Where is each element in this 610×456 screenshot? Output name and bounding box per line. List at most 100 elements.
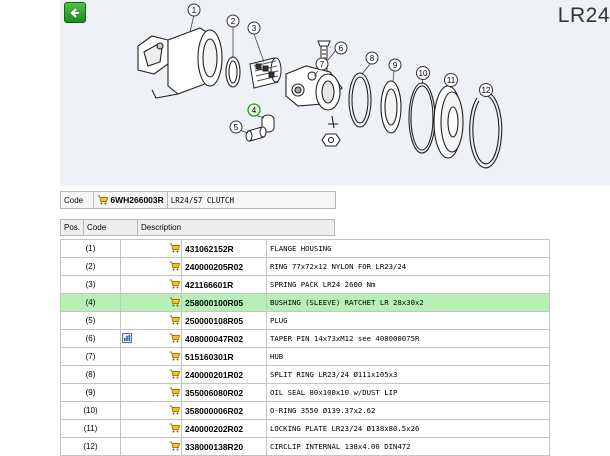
callout-1: 1 <box>187 3 201 17</box>
add-to-cart-button[interactable] <box>169 423 180 433</box>
row-description: OIL SEAL 80x100x10 w/DUST LIP <box>266 383 550 402</box>
row-part-code[interactable]: 421166601R <box>181 275 267 294</box>
parts-column-headers: Pos. Code Description <box>59 219 336 236</box>
callout-6: 6 <box>334 41 348 55</box>
row-part-code[interactable]: 355006080R02 <box>181 383 267 402</box>
table-row[interactable]: (4) 258000100R05 BUSHING (SLEEVE) RATCHET … <box>60 293 550 312</box>
part-8-split-ring <box>348 72 372 128</box>
part-1-flange-housing <box>137 27 223 99</box>
part-2-ring <box>225 56 241 88</box>
add-to-cart-button[interactable] <box>169 261 180 271</box>
cart-icon[interactable] <box>169 297 180 307</box>
back-arrow-icon <box>70 7 79 18</box>
cart-icon[interactable] <box>169 279 180 289</box>
row-part-code[interactable]: 515160301R <box>181 347 267 366</box>
assembly-code-cell[interactable]: 6WH266003R <box>93 191 168 209</box>
parts-table: (1) 431062152R FLANGE HOUSING (2) 240000205R… <box>60 239 550 456</box>
add-to-cart-button[interactable] <box>169 243 180 253</box>
cart-icon[interactable] <box>169 243 180 253</box>
add-to-cart-button[interactable] <box>169 315 180 325</box>
table-row[interactable]: (5) 250000108R05 PLUG <box>60 311 550 330</box>
cart-icon[interactable] <box>169 405 180 415</box>
callout-5: 5 <box>229 120 243 134</box>
cart-icon[interactable] <box>169 261 180 271</box>
svg-text:5: 5 <box>234 123 239 132</box>
cart-icon[interactable] <box>169 351 180 361</box>
column-description[interactable]: Description <box>137 219 336 236</box>
callout-4-highlighted: 4 <box>247 103 261 117</box>
table-row[interactable]: (9) 355006080R02 OIL SEAL 80x100x10 w/DUST… <box>60 383 550 402</box>
row-actions <box>120 401 182 420</box>
cart-icon[interactable] <box>169 387 180 397</box>
row-position: (3) <box>60 275 121 294</box>
row-position: (12) <box>60 437 121 456</box>
part-12-circlip <box>469 91 503 169</box>
cart-icon[interactable] <box>97 195 108 205</box>
table-row[interactable]: (1) 431062152R FLANGE HOUSING <box>60 239 550 258</box>
svg-text:10: 10 <box>419 69 428 78</box>
row-description: RING 77x72x12 NYLON FOR LR23/24 <box>266 257 550 276</box>
row-part-code[interactable]: 431062152R <box>181 239 267 258</box>
table-row[interactable]: (11) 240000202R02 LOCKING PLATE LR23/24 Ø1… <box>60 419 550 438</box>
add-to-cart-button[interactable] <box>169 297 180 307</box>
callout-8: 8 <box>365 51 379 65</box>
row-position: (8) <box>60 365 121 384</box>
row-position: (6) <box>60 329 121 348</box>
row-part-code[interactable]: 240000202R02 <box>181 419 267 438</box>
cart-icon[interactable] <box>169 423 180 433</box>
callout-9: 9 <box>388 58 402 72</box>
svg-text:1: 1 <box>192 6 197 15</box>
row-actions <box>120 257 182 276</box>
row-description: O-RING 3550 Ø139.37x2.62 <box>266 401 550 420</box>
info-icon[interactable] <box>122 333 132 343</box>
row-part-code[interactable]: 240000205R02 <box>181 257 267 276</box>
table-row[interactable]: (3) 421166601R SPRING PACK LR24 2600 Nm <box>60 275 550 294</box>
column-code[interactable]: Code <box>83 219 139 236</box>
add-to-cart-button[interactable] <box>169 369 180 379</box>
column-pos[interactable]: Pos. <box>59 219 85 236</box>
assembly-code-table: Code 6WH266003R LR24/S7 CLUTCH <box>60 191 336 209</box>
row-actions <box>120 365 182 384</box>
callout-7: 7 <box>315 57 329 71</box>
cart-icon[interactable] <box>169 369 180 379</box>
table-row[interactable]: (8) 240000201R02 SPLIT RING LR23/24 Ø111x1… <box>60 365 550 384</box>
table-row[interactable]: (2) 240000205R02 RING 77x72x12 NYLON FOR L… <box>60 257 550 276</box>
svg-text:7: 7 <box>320 60 325 69</box>
table-row[interactable]: (7) 515160301R HUB <box>60 347 550 366</box>
row-actions <box>120 383 182 402</box>
row-position: (10) <box>60 401 121 420</box>
cart-icon[interactable] <box>169 333 180 343</box>
svg-text:4: 4 <box>252 106 257 115</box>
back-button[interactable] <box>64 2 86 23</box>
row-part-code[interactable]: 338000138R20 <box>181 437 267 456</box>
callout-2: 2 <box>226 14 240 28</box>
callout-12: 12 <box>479 83 493 97</box>
row-actions <box>120 419 182 438</box>
row-position: (11) <box>60 419 121 438</box>
add-to-cart-button[interactable] <box>169 279 180 289</box>
add-to-cart-button[interactable] <box>169 333 180 343</box>
table-row[interactable]: (12) 338000138R20 CIRCLIP INTERNAL 138x4.0… <box>60 437 550 456</box>
row-description: SPRING PACK LR24 2600 Nm <box>266 275 550 294</box>
row-actions <box>120 347 182 366</box>
row-part-code[interactable]: 240000201R02 <box>181 365 267 384</box>
row-part-code[interactable]: 358000006R02 <box>181 401 267 420</box>
row-part-code[interactable]: 408000047R02 <box>181 329 267 348</box>
part-9-oil-seal <box>380 80 402 134</box>
add-to-cart-button[interactable] <box>169 405 180 415</box>
part-3-spring-pack <box>249 57 282 89</box>
row-position: (4) <box>60 293 121 312</box>
row-description: CIRCLIP INTERNAL 138x4.00 DIN472 <box>266 437 550 456</box>
row-part-code[interactable]: 258000100R05 <box>181 293 267 312</box>
part-7-hub <box>285 65 343 147</box>
cart-icon[interactable] <box>169 315 180 325</box>
row-position: (9) <box>60 383 121 402</box>
table-row[interactable]: (6) 408000047R02 TAPER PIN 14x73xM12 see 4… <box>60 329 550 348</box>
row-description: SPLIT RING LR23/24 Ø111x105x3 <box>266 365 550 384</box>
add-to-cart-button[interactable] <box>169 351 180 361</box>
add-to-cart-button[interactable] <box>169 387 180 397</box>
diagram-drawing: 1 2 3 4 5 6 7 8 9 10 11 12 <box>137 3 503 169</box>
row-position: (5) <box>60 311 121 330</box>
row-part-code[interactable]: 250000108R05 <box>181 311 267 330</box>
table-row[interactable]: (10) 358000006R02 O-RING 3550 Ø139.37x2.62 <box>60 401 550 420</box>
